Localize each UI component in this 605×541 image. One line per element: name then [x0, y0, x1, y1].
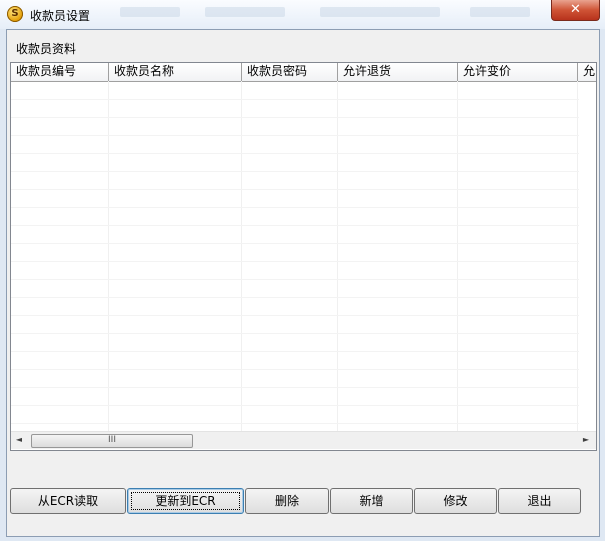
scrollbar-thumb[interactable]: III	[31, 434, 193, 448]
scroll-right-arrow-icon[interactable]: ►	[578, 432, 594, 449]
title-bar[interactable]: S 收款员设置 ✕	[0, 0, 605, 29]
delete-button[interactable]: 删除	[245, 488, 329, 514]
row-divider	[11, 99, 579, 100]
edit-button[interactable]: 修改	[414, 488, 497, 514]
cashier-app-icon: S	[7, 6, 23, 22]
scroll-left-arrow-icon[interactable]: ◄	[11, 432, 27, 449]
row-divider	[11, 297, 579, 298]
row-divider	[11, 243, 579, 244]
column-divider	[241, 81, 242, 431]
row-divider	[11, 315, 579, 316]
row-divider	[11, 405, 579, 406]
column-header-cashier-name[interactable]: 收款员名称	[109, 63, 242, 81]
section-label: 收款员资料	[16, 42, 77, 56]
horizontal-scrollbar[interactable]: ◄ III ►	[11, 431, 596, 449]
row-divider	[11, 117, 579, 118]
row-divider	[11, 189, 579, 190]
row-divider	[11, 225, 579, 226]
column-divider	[108, 81, 109, 431]
row-divider	[11, 369, 579, 370]
row-divider	[11, 207, 579, 208]
table-header: 收款员编号 收款员名称 收款员密码 允许退货 允许变价 允	[11, 63, 596, 82]
update-to-ecr-label: 更新到ECR	[155, 494, 216, 508]
column-header-allow-price-change[interactable]: 允许变价	[458, 63, 578, 81]
column-divider	[457, 81, 458, 431]
row-divider	[11, 423, 579, 424]
cashier-table[interactable]: 收款员编号 收款员名称 收款员密码 允许退货 允许变价 允 ◄ III ►	[10, 62, 597, 451]
window-title: 收款员设置	[30, 9, 91, 23]
close-button[interactable]: ✕	[551, 0, 600, 21]
update-to-ecr-button[interactable]: 更新到ECR	[127, 488, 244, 514]
row-divider	[11, 171, 579, 172]
column-header-cashier-id[interactable]: 收款员编号	[11, 63, 109, 81]
column-header-cashier-password[interactable]: 收款员密码	[242, 63, 338, 81]
row-divider	[11, 135, 579, 136]
row-divider	[11, 387, 579, 388]
row-divider	[11, 333, 579, 334]
column-header-truncated[interactable]: 允	[578, 63, 596, 81]
column-divider	[337, 81, 338, 431]
read-from-ecr-button[interactable]: 从ECR读取	[10, 488, 126, 514]
row-divider	[11, 351, 579, 352]
row-divider	[11, 279, 579, 280]
exit-button[interactable]: 退出	[498, 488, 581, 514]
add-button[interactable]: 新增	[330, 488, 413, 514]
row-divider	[11, 153, 579, 154]
column-divider	[577, 81, 578, 431]
row-divider	[11, 261, 579, 262]
column-header-allow-return[interactable]: 允许退货	[338, 63, 458, 81]
